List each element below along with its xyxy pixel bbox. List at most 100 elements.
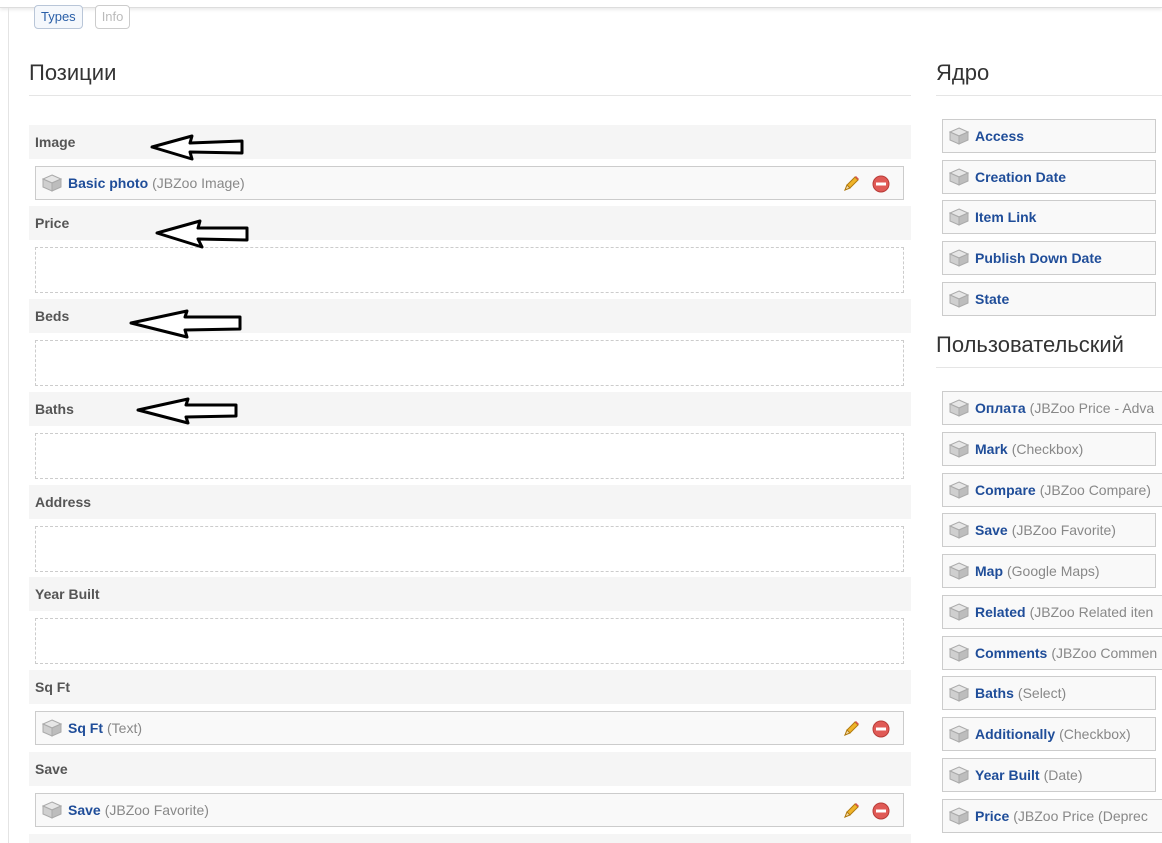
element-type: (JBZoo Favorite) xyxy=(104,802,209,818)
cube-icon xyxy=(42,801,62,819)
element-type: (JBZoo Commen xyxy=(1051,645,1158,661)
annotation-arrow-icon xyxy=(155,219,249,249)
tab-info[interactable]: Info xyxy=(94,5,131,29)
custom-item-map[interactable]: Map (Google Maps) xyxy=(942,554,1156,588)
cube-icon xyxy=(949,562,969,580)
pencil-icon[interactable] xyxy=(841,719,861,739)
element-type: (JBZoo Image) xyxy=(152,175,245,191)
element-name[interactable]: Map xyxy=(975,563,1003,579)
position-dropzone-price[interactable] xyxy=(35,247,904,293)
left-border xyxy=(8,8,9,843)
core-item-access[interactable]: Access xyxy=(942,119,1156,153)
element-type: (Checkbox) xyxy=(1011,441,1084,457)
position-element-save[interactable]: Save (JBZoo Favorite) xyxy=(35,793,904,827)
element-type: (JBZoo Price - Adva xyxy=(1029,400,1155,416)
cube-icon xyxy=(949,127,969,145)
element-name[interactable]: Price xyxy=(975,808,1009,824)
cube-icon xyxy=(42,719,62,737)
custom-item-baths[interactable]: Baths (Select) xyxy=(942,676,1156,710)
top-toolbar-edge xyxy=(0,0,1162,8)
element-type: (JBZoo Compare) xyxy=(1039,482,1151,498)
cube-icon xyxy=(949,684,969,702)
core-item-item-link[interactable]: Item Link xyxy=(942,200,1156,234)
positions-title: Позиции xyxy=(29,60,117,85)
annotation-arrow-icon xyxy=(150,134,244,161)
custom-item-oplata[interactable]: Оплата (JBZoo Price - Adva xyxy=(942,391,1162,425)
element-name[interactable]: Access xyxy=(975,128,1024,144)
cube-icon xyxy=(949,766,969,784)
remove-icon[interactable] xyxy=(871,801,891,821)
cube-icon xyxy=(949,249,969,267)
element-type: (JBZoo Price (Deprec xyxy=(1013,808,1148,824)
position-element-sq-ft[interactable]: Sq Ft (Text) xyxy=(35,711,904,745)
custom-item-mark[interactable]: Mark (Checkbox) xyxy=(942,432,1156,466)
element-name[interactable]: Year Built xyxy=(975,767,1040,783)
element-name[interactable]: Save xyxy=(975,522,1008,538)
custom-item-related[interactable]: Related (JBZoo Related iten xyxy=(942,595,1162,629)
element-name[interactable]: Publish Down Date xyxy=(975,250,1102,266)
core-title: Ядро xyxy=(936,60,990,85)
position-header-next xyxy=(29,834,911,843)
element-type: (Select) xyxy=(1017,685,1067,701)
element-type: (Checkbox) xyxy=(1059,726,1131,742)
custom-item-year-built[interactable]: Year Built (Date) xyxy=(942,758,1156,792)
element-name[interactable]: Baths xyxy=(975,685,1014,701)
cube-icon xyxy=(949,807,969,825)
element-type: (Date) xyxy=(1043,767,1083,783)
position-header-year-built: Year Built xyxy=(29,577,911,611)
cube-icon xyxy=(949,168,969,186)
cube-icon xyxy=(949,440,969,458)
element-name[interactable]: Basic photo xyxy=(68,175,148,191)
custom-item-price[interactable]: Price (JBZoo Price (Deprec xyxy=(942,799,1162,833)
tab-types[interactable]: Types xyxy=(34,5,83,29)
element-name[interactable]: Creation Date xyxy=(975,169,1066,185)
position-header-save: Save xyxy=(29,752,911,786)
custom-item-additionally[interactable]: Additionally (Checkbox) xyxy=(942,717,1156,751)
annotation-arrow-icon xyxy=(136,397,238,425)
cube-icon xyxy=(949,290,969,308)
element-type: (JBZoo Favorite) xyxy=(1011,522,1116,538)
element-name[interactable]: Related xyxy=(975,604,1026,620)
position-dropzone-address[interactable] xyxy=(35,526,904,572)
custom-item-comments[interactable]: Comments (JBZoo Commen xyxy=(942,636,1162,670)
position-dropzone-baths[interactable] xyxy=(35,433,904,479)
element-name[interactable]: Additionally xyxy=(975,726,1055,742)
positions-title-divider xyxy=(29,95,911,96)
position-header-address: Address xyxy=(29,485,911,519)
position-dropzone-year-built[interactable] xyxy=(35,618,904,664)
position-dropzone-beds[interactable] xyxy=(35,340,904,386)
element-name[interactable]: Comments xyxy=(975,645,1047,661)
element-type: (JBZoo Related iten xyxy=(1029,604,1154,620)
remove-icon[interactable] xyxy=(871,174,891,194)
pencil-icon[interactable] xyxy=(841,801,861,821)
cube-icon xyxy=(949,481,969,499)
element-type: (Google Maps) xyxy=(1007,563,1100,579)
cube-icon xyxy=(42,174,62,192)
custom-title-divider xyxy=(936,367,1162,368)
core-item-publish-down-date[interactable]: Publish Down Date xyxy=(942,241,1156,275)
remove-icon[interactable] xyxy=(871,719,891,739)
type-tabs: Types Info xyxy=(34,5,131,29)
cube-icon xyxy=(949,603,969,621)
pencil-icon[interactable] xyxy=(841,174,861,194)
element-name[interactable]: Оплата xyxy=(975,400,1026,416)
element-name[interactable]: Sq Ft xyxy=(68,720,103,736)
custom-item-compare[interactable]: Compare (JBZoo Compare) xyxy=(942,473,1162,507)
cube-icon xyxy=(949,521,969,539)
element-name[interactable]: Mark xyxy=(975,441,1008,457)
custom-title: Пользовательский xyxy=(936,332,1124,357)
element-name[interactable]: Save xyxy=(68,802,101,818)
element-name[interactable]: Item Link xyxy=(975,209,1036,225)
core-title-divider xyxy=(936,95,1162,96)
cube-icon xyxy=(949,725,969,743)
position-element-basic-photo[interactable]: Basic photo (JBZoo Image) xyxy=(35,166,904,200)
element-name[interactable]: Compare xyxy=(975,482,1036,498)
element-type: (Text) xyxy=(107,720,142,736)
core-item-state[interactable]: State xyxy=(942,282,1156,316)
cube-icon xyxy=(949,644,969,662)
core-item-creation-date[interactable]: Creation Date xyxy=(942,160,1156,194)
position-header-sq-ft: Sq Ft xyxy=(29,670,911,704)
annotation-arrow-icon xyxy=(129,309,242,339)
custom-item-save[interactable]: Save (JBZoo Favorite) xyxy=(942,513,1156,547)
element-name[interactable]: State xyxy=(975,291,1009,307)
